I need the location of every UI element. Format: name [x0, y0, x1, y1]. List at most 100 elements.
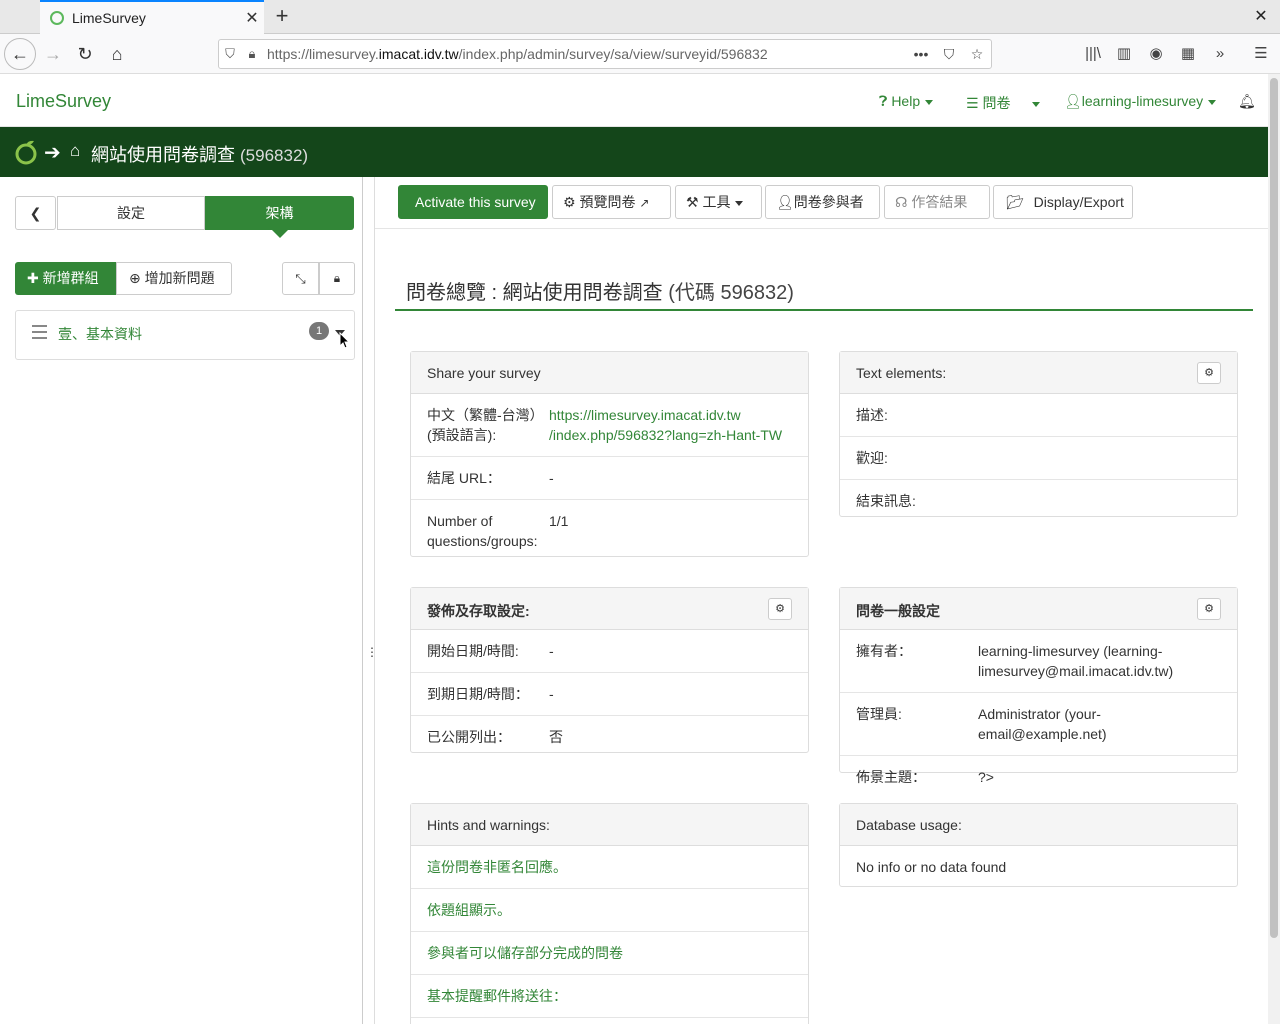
- surveys-menu[interactable]: ☰ 問卷: [966, 93, 1041, 113]
- public-listing-row: 已公開列出： 否: [411, 716, 808, 758]
- browser-tab[interactable]: LimeSurvey ✕: [40, 0, 264, 34]
- question-group-label[interactable]: 壹、基本資料: [58, 324, 142, 344]
- add-group-label: 新增群組: [42, 270, 99, 286]
- start-date-label: 開始日期/時間:: [427, 643, 519, 659]
- drag-handle-icon[interactable]: [32, 325, 47, 343]
- question-group-item[interactable]: 壹、基本資料 1: [15, 310, 355, 360]
- cogs-icon[interactable]: ⚙: [768, 598, 792, 620]
- brand-link[interactable]: LimeSurvey: [16, 91, 111, 112]
- lock-icon[interactable]: 🔒︎: [241, 46, 263, 62]
- home-icon[interactable]: ⌂: [70, 141, 80, 161]
- activate-survey-button[interactable]: Activate this survey: [398, 185, 548, 219]
- browser-tab-title: LimeSurvey: [72, 10, 146, 26]
- menu-icon[interactable]: ☰: [1246, 39, 1276, 69]
- responses-button[interactable]: ☊ 作答結果: [884, 185, 990, 219]
- heading-survey-title: 網站使用問卷調查: [502, 282, 663, 304]
- public-listing-value: 否: [549, 729, 563, 745]
- preview-label: 預覽問卷: [579, 194, 636, 210]
- caret-down-icon: [735, 200, 744, 206]
- plus-icon: ✚: [27, 270, 39, 286]
- hint-item[interactable]: 這份問卷非匿名回應。: [411, 846, 808, 889]
- surveys-label: 問卷: [982, 95, 1011, 111]
- user-menu[interactable]: 👤︎learning-limesurvey: [1064, 93, 1217, 110]
- shield-icon[interactable]: ⛉: [219, 46, 241, 62]
- owner-value: learning-limesurvey (learning-limesurvey…: [978, 643, 1174, 679]
- hint-item[interactable]: 依題組顯示。: [411, 889, 808, 932]
- url-text[interactable]: https://limesurvey.imacat.idv.tw/index.p…: [263, 46, 907, 62]
- help-label: Help: [891, 93, 921, 109]
- account-icon[interactable]: ◉: [1141, 39, 1171, 69]
- headset-icon: ☊: [895, 194, 908, 210]
- language-label: 中文（繁體-台灣）(預設語言):: [427, 407, 544, 443]
- lock-button[interactable]: 🔒︎: [319, 262, 355, 295]
- general-settings-title: 問卷一般設定: [856, 603, 940, 619]
- page-scrollbar[interactable]: [1268, 74, 1280, 1024]
- browser-navbar: ← → ↻ ⌂ ⛉ 🔒︎ https://limesurvey.imacat.i…: [0, 34, 1280, 74]
- bookmark-star-icon[interactable]: ☆: [963, 46, 991, 63]
- new-tab-icon[interactable]: +: [270, 4, 294, 28]
- survey-link-host: https://limesurvey.imacat.idv.tw: [549, 407, 741, 423]
- window-close-icon[interactable]: ✕: [1250, 6, 1272, 28]
- library-icon[interactable]: |||\: [1078, 39, 1108, 69]
- hints-title: Hints and warnings:: [411, 804, 808, 846]
- publication-access-panel: 發佈及存取設定: ⚙ 開始日期/時間: - 到期日期/時間： - 已公開列出： 否: [410, 587, 809, 753]
- survey-title-bar: ➔ ⌂ 網站使用問卷調查 (596832): [0, 127, 1268, 177]
- pocket-icon[interactable]: ⛉: [935, 46, 963, 63]
- expiry-date-label: 到期日期/時間：: [427, 686, 529, 702]
- more-actions-icon[interactable]: •••: [907, 46, 935, 62]
- resize-handle-icon[interactable]: ⋮: [366, 646, 378, 658]
- end-url-value: -: [549, 470, 554, 486]
- tab-settings[interactable]: 設定: [57, 196, 205, 230]
- url-domain: imacat.idv.tw: [378, 46, 459, 62]
- limesurvey-logo-icon[interactable]: [14, 139, 38, 165]
- survey-link[interactable]: https://limesurvey.imacat.idv.tw/index.p…: [549, 405, 782, 445]
- participants-button[interactable]: 👤︎問卷參與者: [765, 185, 880, 219]
- cogs-icon[interactable]: ⚙: [1197, 598, 1221, 620]
- scrollbar-thumb[interactable]: [1270, 78, 1278, 938]
- gear-icon: ⚙: [563, 194, 576, 210]
- reload-icon[interactable]: ↻: [70, 39, 100, 69]
- sidebar-collapse-button[interactable]: ❮: [15, 196, 56, 230]
- heading-rule: [395, 309, 1253, 311]
- general-settings-header: 問卷一般設定 ⚙: [840, 588, 1237, 630]
- share-survey-panel: Share your survey 中文（繁體-台灣）(預設語言): https…: [410, 351, 809, 557]
- tools-menu-button[interactable]: ⚒ 工具: [675, 185, 762, 219]
- bell-icon[interactable]: 🔔︎: [1238, 93, 1256, 110]
- preview-survey-button[interactable]: ⚙ 預覽問卷 ↗: [552, 185, 671, 219]
- add-group-button[interactable]: ✚ 新增群組: [15, 262, 116, 295]
- survey-toolbar: Activate this survey ⚙ 預覽問卷 ↗ ⚒ 工具 👤︎問卷參…: [375, 177, 1268, 229]
- home-icon[interactable]: ⌂: [102, 39, 132, 69]
- share-panel-title: Share your survey: [411, 352, 808, 394]
- display-export-button[interactable]: 📂︎ Display/Export: [993, 185, 1133, 219]
- survey-id: (596832): [240, 146, 309, 165]
- help-menu[interactable]: ❓︎ Help: [879, 93, 934, 110]
- forward-icon[interactable]: →: [38, 39, 68, 69]
- publication-header: 發佈及存取設定: ⚙: [411, 588, 808, 630]
- end-message-row: 結束訊息:: [840, 480, 1237, 522]
- back-icon[interactable]: ←: [4, 38, 36, 70]
- hint-item[interactable]: 基本提醒郵件將送往：: [411, 975, 808, 1018]
- add-question-button[interactable]: ⊕ 增加新問題: [116, 262, 232, 295]
- hint-item[interactable]: 參與者可以儲存部分完成的問卷: [411, 932, 808, 975]
- extensions-icon[interactable]: ▦: [1173, 39, 1203, 69]
- browser-tab-strip: LimeSurvey ✕ + ✕: [0, 0, 1280, 34]
- text-elements-title: Text elements:: [856, 365, 947, 381]
- cogs-icon[interactable]: ⚙: [1197, 362, 1221, 384]
- close-tab-icon[interactable]: ✕: [240, 8, 264, 28]
- start-date-row: 開始日期/時間: -: [411, 630, 808, 673]
- description-row: 描述:: [840, 394, 1237, 437]
- url-bar[interactable]: ⛉ 🔒︎ https://limesurvey.imacat.idv.tw/in…: [218, 39, 992, 69]
- overflow-chevron-icon[interactable]: »: [1205, 39, 1235, 69]
- question-circle-icon: ❓︎: [879, 93, 888, 109]
- url-path: /index.php/admin/survey/sa/view/surveyid…: [458, 46, 768, 62]
- end-url-row: 結尾 URL： -: [411, 457, 808, 500]
- survey-title[interactable]: 網站使用問卷調查 (596832): [91, 141, 308, 167]
- tab-structure[interactable]: 架構: [205, 196, 354, 238]
- share-language-row: 中文（繁體-台灣）(預設語言): https://limesurvey.imac…: [411, 394, 808, 457]
- heading-survey-code: (代碼 596832): [668, 282, 794, 304]
- tools-label: 工具: [702, 194, 731, 210]
- sidebar-toggle-icon[interactable]: ▥: [1109, 39, 1139, 69]
- collapse-all-button[interactable]: ⤡: [282, 262, 319, 295]
- database-usage-title: Database usage:: [840, 804, 1237, 846]
- welcome-row: 歡迎:: [840, 437, 1237, 480]
